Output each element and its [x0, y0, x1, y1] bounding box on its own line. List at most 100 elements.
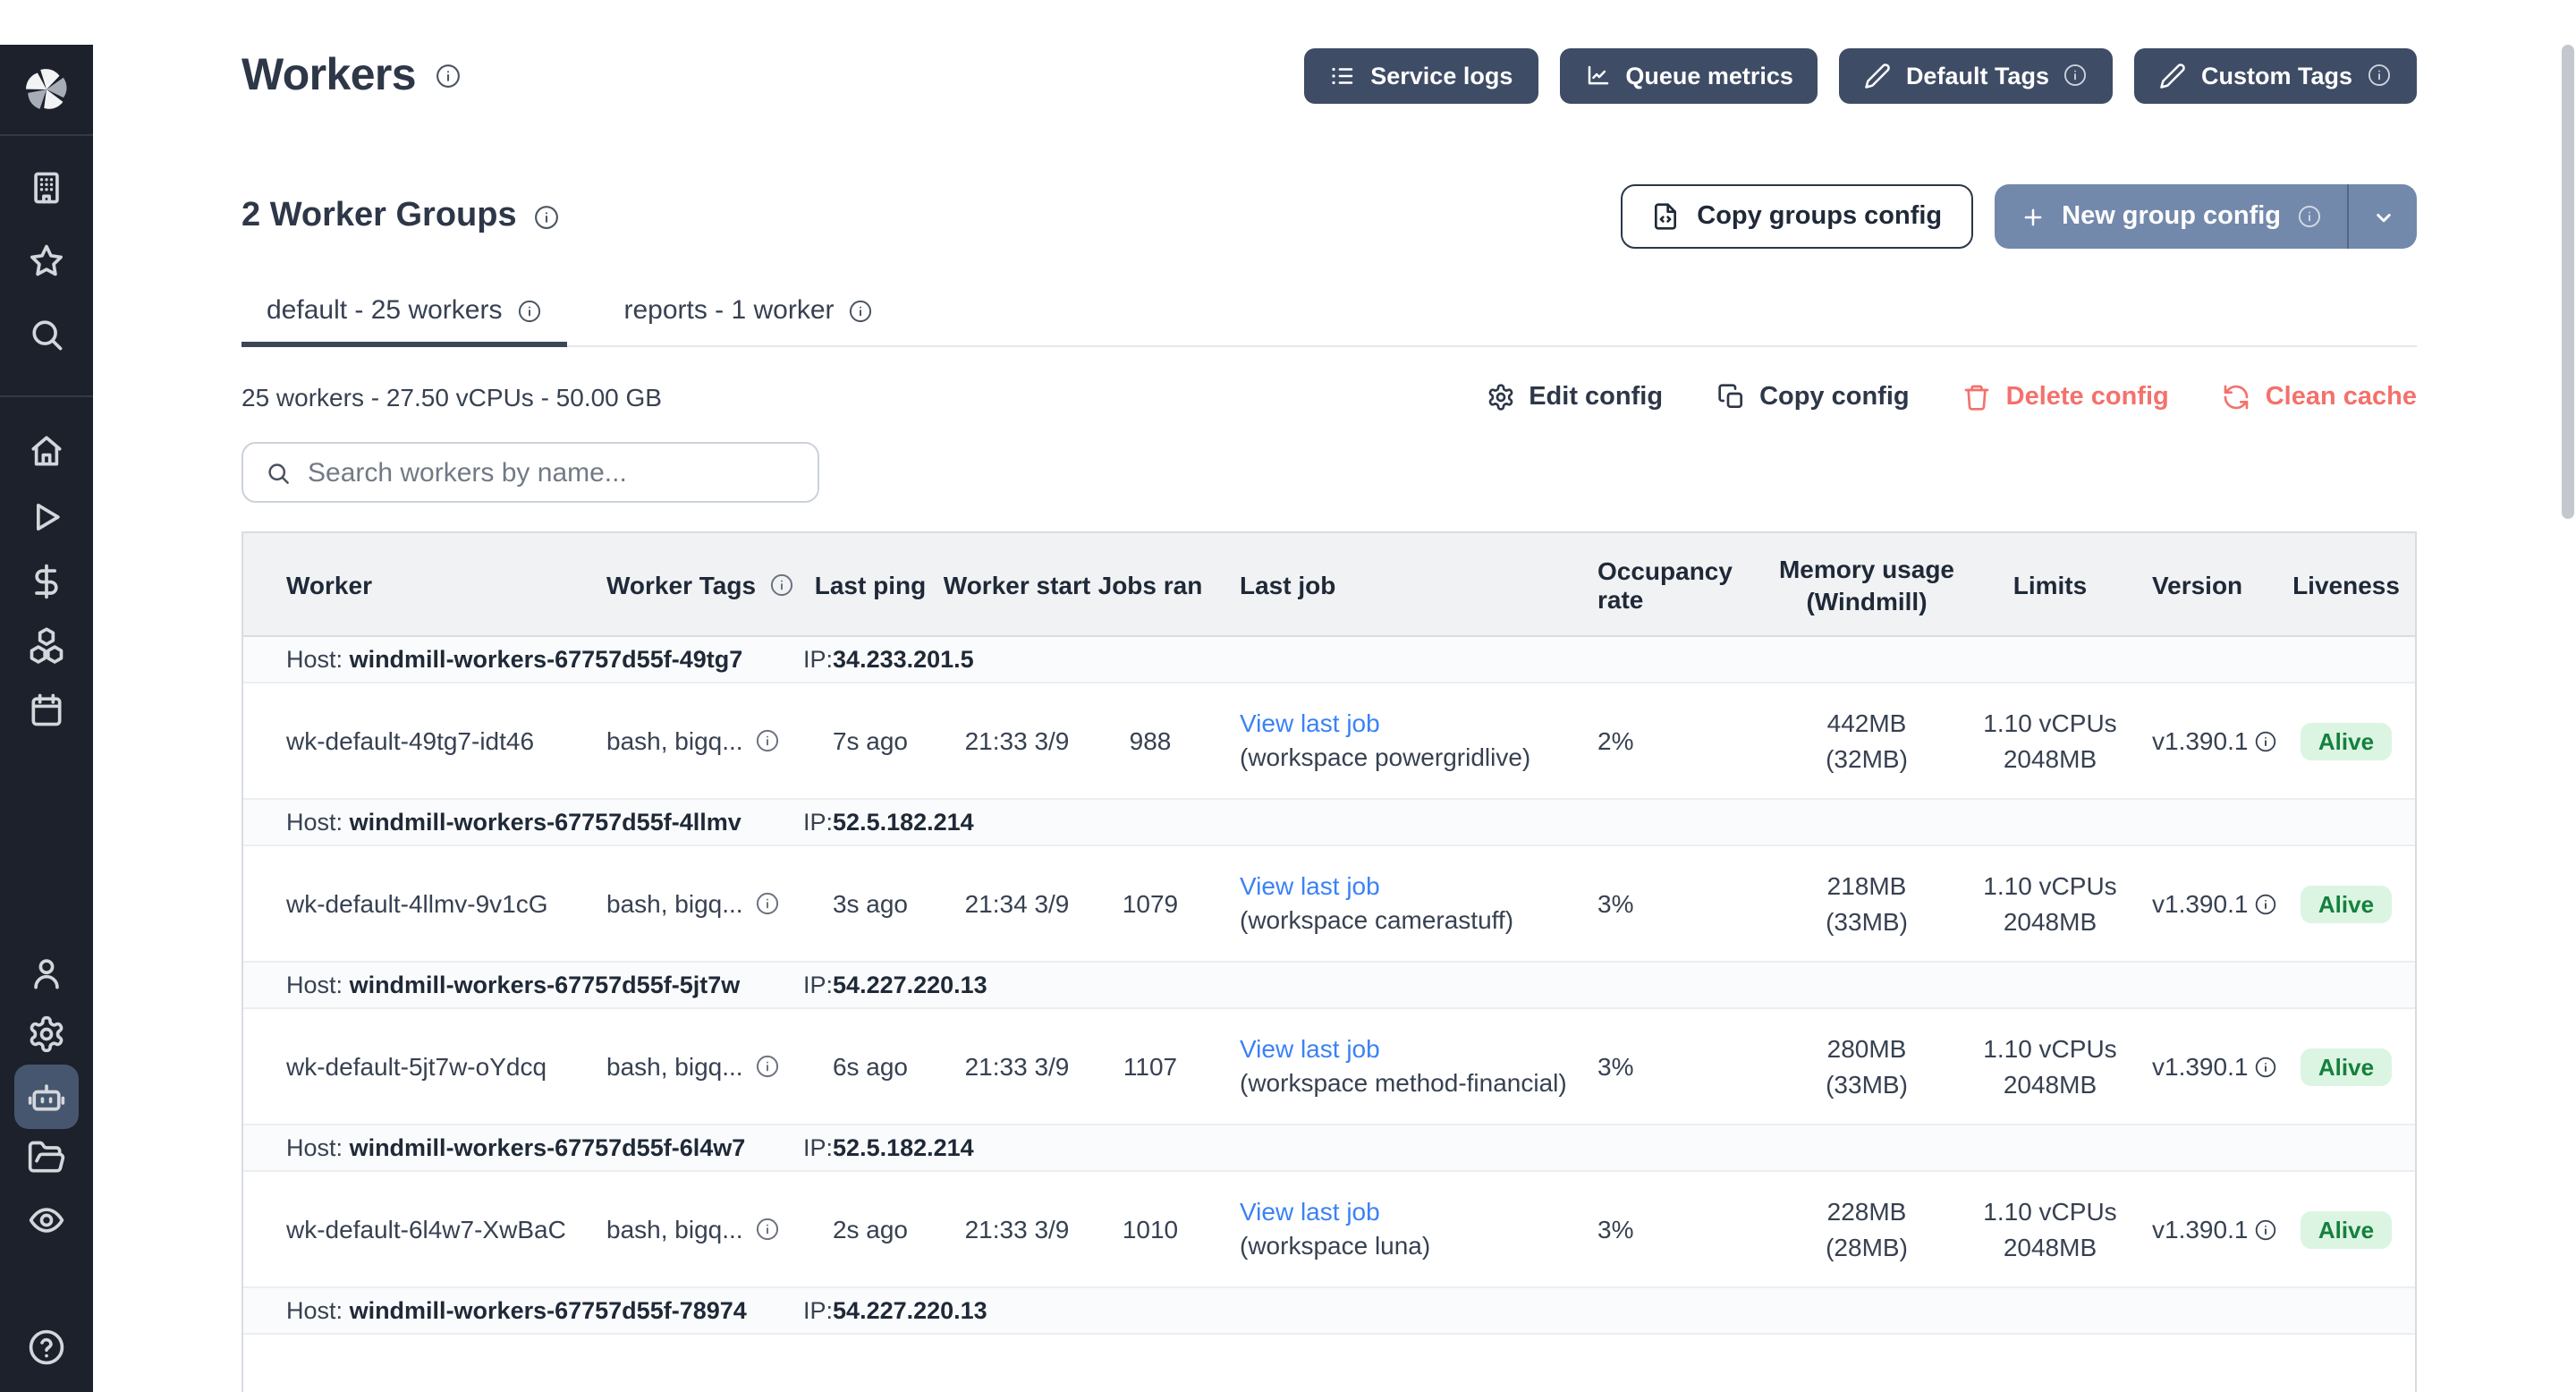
- gear-icon[interactable]: [27, 1014, 66, 1054]
- info-icon[interactable]: [2367, 63, 2392, 88]
- view-last-job-link[interactable]: View last job: [1240, 1032, 1576, 1066]
- info-icon[interactable]: [2253, 892, 2276, 915]
- button-label: New group config: [2062, 202, 2281, 231]
- scrollbar-thumb[interactable]: [2562, 45, 2574, 519]
- star-icon[interactable]: [27, 242, 66, 281]
- search-input[interactable]: [308, 457, 796, 488]
- clean-cache-button[interactable]: Clean cache: [2223, 383, 2417, 412]
- memory-usage: 228MB: [1827, 1193, 1907, 1229]
- worker-groups-heading: 2 Worker Groups: [242, 197, 517, 236]
- boxes-icon[interactable]: [27, 626, 66, 666]
- host-label: Host: windmill-workers-67757d55f-5jt7w: [243, 972, 803, 998]
- page-title: Workers: [242, 49, 416, 101]
- copy-groups-config-button[interactable]: Copy groups config: [1620, 184, 1972, 249]
- worker-row: wk-default-6l4w7-XwBaC bash, bigq... 2s …: [243, 1172, 2415, 1288]
- host-prefix: Host:: [286, 1134, 343, 1161]
- view-last-job-link[interactable]: View last job: [1240, 870, 1576, 904]
- play-icon[interactable]: [27, 497, 66, 537]
- arrow-right-icon[interactable]: [27, 1387, 66, 1392]
- info-icon[interactable]: [516, 298, 541, 323]
- new-group-config-split-button: New group config: [1994, 184, 2417, 249]
- col-occupancy-rate: Occupancy rate: [1576, 556, 1764, 613]
- col-worker-start: Worker start: [937, 570, 1097, 598]
- info-icon[interactable]: [756, 728, 781, 753]
- info-icon[interactable]: [2297, 204, 2322, 229]
- view-last-job-link[interactable]: View last job: [1240, 707, 1576, 741]
- info-icon[interactable]: [2253, 729, 2276, 752]
- search-icon[interactable]: [27, 315, 66, 354]
- calendar-icon[interactable]: [27, 691, 66, 730]
- windmill-logo-icon[interactable]: [20, 63, 73, 116]
- liveness-badge: Alive: [2301, 1210, 2392, 1248]
- service-logs-button[interactable]: Service logs: [1304, 47, 1538, 103]
- tab-reports[interactable]: reports - 1 worker: [598, 295, 898, 347]
- main-content: Workers Service logs Queue metrics Defau…: [93, 45, 2576, 1392]
- host-label: Host: windmill-workers-67757d55f-4llmv: [243, 809, 803, 836]
- tab-default[interactable]: default - 25 workers: [242, 295, 566, 347]
- host-row: Host: windmill-workers-67757d55f-5jt7w I…: [243, 963, 2415, 1009]
- last-ping: 7s ago: [833, 726, 908, 755]
- memory-usage: 442MB: [1827, 705, 1907, 741]
- table-header: Worker Worker Tags Last ping Worker star…: [243, 533, 2415, 637]
- info-icon[interactable]: [756, 1217, 781, 1242]
- building-icon[interactable]: [27, 168, 66, 208]
- button-label: Copy groups config: [1697, 202, 1942, 231]
- action-label: Clean cache: [2266, 383, 2417, 412]
- info-icon[interactable]: [756, 891, 781, 916]
- help-icon[interactable]: [27, 1328, 66, 1367]
- worker-name: wk-default-6l4w7-XwBaC: [286, 1215, 566, 1243]
- new-group-config-dropdown[interactable]: [2349, 184, 2417, 249]
- last-job-workspace: (workspace method-financial): [1240, 1066, 1576, 1100]
- memory-usage-windmill: (32MB): [1826, 741, 1908, 777]
- host-prefix: Host:: [286, 809, 343, 836]
- info-icon[interactable]: [849, 298, 874, 323]
- limit-memory: 2048MB: [2004, 741, 2097, 777]
- worker-name: wk-default-4llmv-9v1cG: [286, 889, 548, 918]
- view-last-job-link[interactable]: View last job: [1240, 1195, 1576, 1229]
- ip-prefix: IP:: [803, 972, 833, 998]
- home-icon[interactable]: [27, 431, 66, 471]
- worker-search: [242, 442, 819, 503]
- info-icon[interactable]: [2253, 1055, 2276, 1078]
- host-label: Host: windmill-workers-67757d55f-6l4w7: [243, 1134, 803, 1161]
- jobs-ran: 1107: [1123, 1052, 1177, 1081]
- host-name: windmill-workers-67757d55f-5jt7w: [350, 972, 741, 998]
- delete-config-button[interactable]: Delete config: [1963, 383, 2169, 412]
- default-tags-button[interactable]: Default Tags: [1840, 47, 2114, 103]
- new-group-config-button[interactable]: New group config: [1994, 184, 2347, 249]
- last-ping: 6s ago: [833, 1052, 908, 1081]
- copy-config-button[interactable]: Copy config: [1716, 383, 1910, 412]
- info-icon[interactable]: [533, 203, 560, 230]
- worker-start: 21:34 3/9: [965, 889, 1070, 918]
- queue-metrics-button[interactable]: Queue metrics: [1559, 47, 1818, 103]
- jobs-ran: 988: [1130, 726, 1172, 755]
- host-ip: IP:54.227.220.13: [803, 1297, 1764, 1324]
- info-icon[interactable]: [768, 572, 793, 597]
- ip-prefix: IP:: [803, 1134, 833, 1161]
- worker-start: 21:33 3/9: [965, 1215, 1070, 1243]
- worker-name: wk-default-49tg7-idt46: [286, 726, 534, 755]
- sidebar-item-workers[interactable]: [14, 1065, 79, 1129]
- last-job-workspace: (workspace luna): [1240, 1229, 1576, 1263]
- limit-memory: 2048MB: [2004, 904, 2097, 939]
- info-icon[interactable]: [2063, 63, 2089, 88]
- col-last-ping: Last ping: [803, 570, 937, 598]
- ip-prefix: IP:: [803, 646, 833, 673]
- button-label: Queue metrics: [1625, 62, 1793, 89]
- dollar-icon[interactable]: [27, 562, 66, 601]
- eye-icon[interactable]: [27, 1201, 66, 1240]
- sidebar: [0, 45, 93, 1392]
- info-icon[interactable]: [434, 62, 461, 89]
- worker-row: wk-default-4llmv-9v1cG bash, bigq... 3s …: [243, 846, 2415, 963]
- custom-tags-button[interactable]: Custom Tags: [2135, 47, 2417, 103]
- worker-tags: bash, bigq...: [606, 1215, 743, 1243]
- info-icon[interactable]: [756, 1054, 781, 1079]
- worker-start: 21:33 3/9: [965, 726, 1070, 755]
- info-icon[interactable]: [2253, 1218, 2276, 1241]
- col-jobs-ran: Jobs ran: [1097, 570, 1204, 598]
- folder-open-icon[interactable]: [27, 1138, 66, 1177]
- user-icon[interactable]: [27, 954, 66, 993]
- edit-config-button[interactable]: Edit config: [1486, 383, 1663, 412]
- button-label: Default Tags: [1906, 62, 2049, 89]
- scrollbar-track[interactable]: [2562, 45, 2576, 1392]
